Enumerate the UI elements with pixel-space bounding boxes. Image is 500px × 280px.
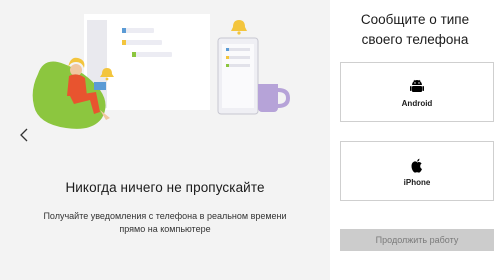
android-option-label: Android [401, 98, 433, 108]
continue-button[interactable]: Продолжить работу [340, 229, 494, 251]
onboarding-heading: Никогда ничего не пропускайте [65, 180, 265, 195]
android-icon [409, 77, 425, 95]
panel-title: Сообщите о типе своего телефона [360, 12, 470, 47]
chevron-left-icon [20, 128, 28, 142]
iphone-option-label: iPhone [403, 177, 431, 187]
notifications-illustration [32, 14, 291, 129]
iphone-option-button[interactable]: iPhone [340, 141, 494, 201]
android-option-button[interactable]: Android [340, 62, 494, 122]
apple-icon [410, 156, 424, 174]
onboarding-pane: Никогда ничего не пропускайте Получайте … [0, 0, 330, 280]
onboarding-description: Получайте уведомления с телефона в реаль… [43, 211, 287, 234]
bell-icon [231, 20, 247, 35]
previous-slide-button[interactable] [17, 126, 31, 144]
